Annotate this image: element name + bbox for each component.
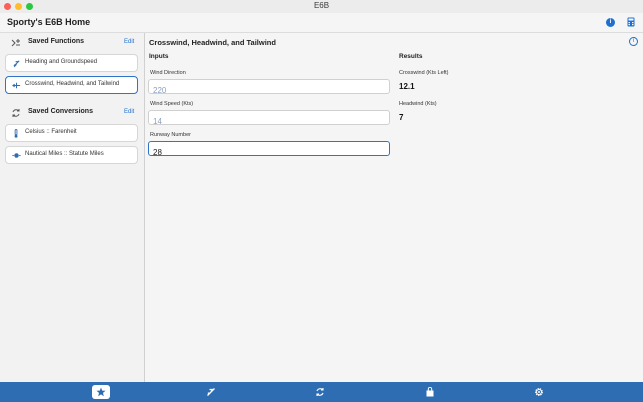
info-icon[interactable]: i [606,18,615,27]
runway-number-label: Runway Number [150,132,191,138]
tab-favorites[interactable] [92,385,110,399]
tab-bar [0,382,643,402]
tab-store[interactable] [421,385,439,399]
convert-icon [316,388,324,396]
window-titlebar: E6B [0,0,643,13]
wind-direction-field[interactable] [148,79,390,97]
edit-functions-button[interactable]: Edit [124,39,134,45]
info-icon[interactable]: i [629,37,638,46]
app-title: Sporty's E6B Home [7,17,91,27]
gear-icon [535,388,543,396]
crosswind-label: Crosswind (Kts Left) [399,70,449,76]
headwind-value: 7 [399,113,404,122]
star-icon [96,387,106,397]
conversion-item-label: Nautical Miles :: Statute Miles [25,151,104,157]
wind-speed-field[interactable] [148,110,390,128]
saved-conversions-title: Saved Conversions [28,108,93,115]
crosswind-value: 12.1 [399,82,415,91]
tab-settings[interactable] [530,385,548,399]
inputs-heading: Inputs [149,53,169,60]
function-item-label: Crosswind, Headwind, and Tailwind [25,81,120,87]
page-title: Crosswind, Headwind, and Tailwind [149,38,276,47]
wind-direction-label: Wind Direction [150,70,186,76]
convert-icon [12,109,20,117]
wind-speed-input[interactable] [149,115,389,128]
saved-functions-title: Saved Functions [28,38,85,45]
wind-speed-label: Wind Speed (Kts) [150,101,194,107]
wind-direction-input[interactable] [149,84,389,97]
tab-functions[interactable] [202,385,220,399]
window-title: E6B [313,1,330,10]
main-panel: Crosswind, Headwind, and Tailwind i Inpu… [146,33,643,382]
app-header: Sporty's E6B Home i [0,13,643,33]
thermometer-icon [14,129,18,138]
saved-functions-header: Saved Functions Edit [0,36,145,50]
conversion-item-label: Celsius :: Farenheit [25,129,77,135]
tab-conversions[interactable] [311,385,329,399]
function-item-crosswind[interactable]: Crosswind, Headwind, and Tailwind [5,76,138,94]
function-item-heading-groundspeed[interactable]: Heading and Groundspeed [5,54,138,72]
edit-conversions-button[interactable]: Edit [124,109,134,115]
function-item-label: Heading and Groundspeed [25,59,98,65]
airplane-icon [13,60,20,68]
conversion-item-nautical-statute[interactable]: Nautical Miles :: Statute Miles [5,146,138,164]
sidebar: Saved Functions Edit Heading and Grounds… [0,33,145,382]
bag-icon [426,387,434,397]
distance-icon [12,153,21,158]
calculator-functions-icon [11,39,20,47]
wind-icon [12,82,21,89]
results-heading: Results [399,53,423,60]
conversion-item-celsius-farenheit[interactable]: Celsius :: Farenheit [5,124,138,142]
runway-number-field[interactable] [148,141,390,159]
airplane-icon [207,388,215,397]
headwind-label: Headwind (Kts) [399,101,437,107]
saved-conversions-header: Saved Conversions Edit [0,106,145,120]
runway-number-input[interactable] [149,146,389,159]
calculator-icon[interactable] [627,17,635,27]
